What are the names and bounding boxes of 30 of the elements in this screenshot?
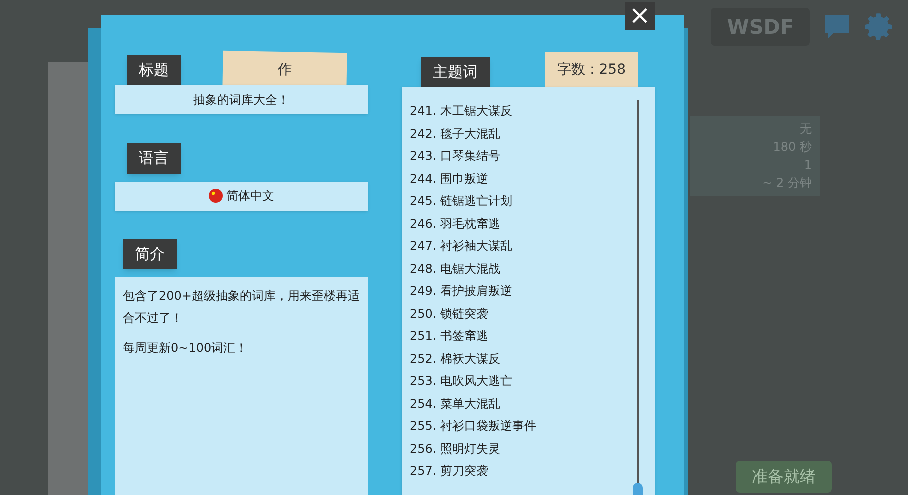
title-label: 标题 (127, 54, 181, 85)
intro-text: 包含了200+超级抽象的词库，用来歪楼再适合不过了！ (123, 288, 360, 327)
word-item[interactable]: 254. 菜单大混乱 (410, 392, 631, 415)
word-item[interactable]: 242. 毯子大混乱 (410, 122, 631, 145)
word-item[interactable]: 244. 围巾叛逆 (410, 168, 631, 190)
words-label: 主题词 (421, 56, 490, 87)
word-item[interactable]: 250. 锁链突袭 (410, 302, 631, 325)
intro-text: 每周更新0~100词汇！ (123, 340, 249, 357)
word-item[interactable]: 251. 书签窜逃 (410, 325, 631, 348)
flag-icon (208, 189, 222, 203)
word-item[interactable]: 245. 链锯逃亡计划 (410, 190, 631, 212)
word-item[interactable]: 249. 看护披肩叛逆 (410, 280, 631, 302)
intro-label: 简介 (123, 238, 177, 269)
word-item[interactable]: 257. 剪刀突袭 (410, 460, 631, 482)
scrollbar[interactable] (631, 100, 645, 495)
title-field: 抽象的词库大全！ (115, 85, 368, 114)
word-item[interactable]: 256. 照明灯失灵 (410, 438, 631, 460)
word-item[interactable]: 248. 电锯大混战 (410, 258, 631, 280)
language-value: 简体中文 (226, 188, 274, 205)
word-item[interactable]: 247. 衬衫袖大谋乱 (410, 235, 631, 258)
word-item[interactable]: 255. 衬衫口袋叛逆事件 (410, 415, 631, 438)
language-label: 语言 (127, 143, 181, 174)
word-item[interactable]: 253. 电吹风大逃亡 (410, 370, 631, 392)
word-count: 字数：258 (545, 52, 638, 89)
word-item[interactable]: 243. 口琴集结号 (410, 145, 631, 168)
close-button[interactable]: × (625, 2, 655, 30)
word-item[interactable]: 252. 棉袄大谋反 (410, 348, 631, 370)
word-item[interactable]: 246. 羽毛枕窜逃 (410, 212, 631, 235)
alert-bubble-icon[interactable] (822, 12, 852, 42)
word-item[interactable]: 241. 木工锯大谋反 (410, 100, 631, 122)
